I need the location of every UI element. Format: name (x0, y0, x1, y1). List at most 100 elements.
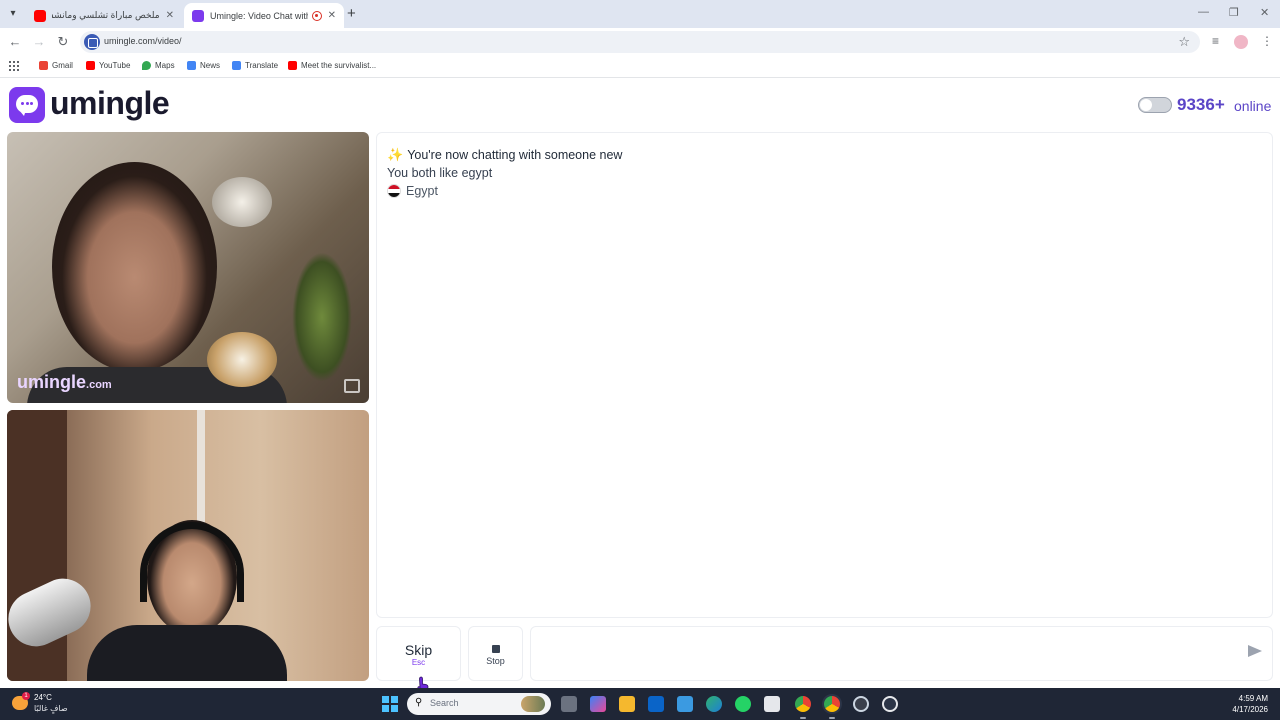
bookmark-gmail[interactable]: Gmail (39, 61, 73, 70)
send-arrow-icon[interactable] (1248, 645, 1262, 657)
chat-log: ✨ You're now chatting with someone new Yo… (376, 132, 1273, 618)
windows-taskbar: 1 24°C صافٍ غالبًا ⚲ Search 4:59 AM 4/17… (0, 688, 1280, 720)
news-icon (187, 61, 196, 70)
egypt-flag-icon (387, 184, 401, 198)
skip-label: Skip (404, 642, 433, 658)
plate (207, 332, 277, 387)
media-controls-icon[interactable]: ≡ (1212, 34, 1219, 48)
weather-badge: 1 (22, 692, 30, 700)
umingle-page: umingle 9336+ online umingle.com ✨ You're… (0, 79, 1280, 688)
translate-icon (232, 61, 241, 70)
stop-square-icon (491, 645, 500, 653)
bookmark-translate[interactable]: Translate (232, 61, 278, 70)
edge-icon[interactable] (706, 696, 722, 712)
country-label: Egypt (406, 184, 438, 198)
chat-bubble-icon (16, 95, 38, 116)
close-window-icon[interactable]: ✕ (1260, 6, 1269, 19)
whatsapp-icon[interactable] (735, 696, 751, 712)
bookmarks-bar: Gmail YouTube Maps News Translate Meet t… (0, 56, 1280, 78)
umingle-favicon-icon (192, 9, 204, 22)
maps-pin-icon[interactable] (882, 696, 898, 712)
skip-button[interactable]: Skip Esc (376, 626, 461, 681)
umingle-logo-icon[interactable] (9, 87, 45, 123)
brand-name[interactable]: umingle (50, 85, 170, 122)
bookmark-label: YouTube (99, 61, 131, 70)
bookmark-label: Maps (155, 61, 175, 70)
bookmark-label: Translate (245, 61, 279, 70)
theme-toggle[interactable] (1138, 97, 1172, 113)
obs-icon[interactable] (853, 696, 869, 712)
youtube-icon (86, 61, 95, 70)
store-icon[interactable] (764, 696, 780, 712)
site-info-icon[interactable] (84, 34, 100, 50)
bookmark-youtube[interactable]: YouTube (86, 61, 130, 70)
bookmark-label: News (200, 61, 221, 70)
gmail-icon (39, 61, 48, 70)
umingle-watermark: umingle.com (17, 372, 112, 392)
weather-description: صافٍ غالبًا (34, 704, 68, 713)
plants (292, 252, 352, 382)
tab-youtube-match[interactable]: ملخص مباراة تشلسي ومانشستر ... ✕ (26, 3, 182, 28)
copilot-icon[interactable] (590, 696, 606, 712)
chrome-icon[interactable] (795, 696, 811, 719)
bookmark-label: Meet the survivalist... (301, 61, 377, 70)
profile-avatar[interactable] (1234, 35, 1248, 49)
new-tab-plus-icon[interactable]: + (347, 5, 356, 22)
system-message-new-chat: ✨ You're now chatting with someone new (387, 147, 623, 162)
local-shirt (87, 625, 287, 681)
address-url: umingle.com/video/ (104, 36, 182, 46)
bookmark-survivalist[interactable]: Meet the survivalist... (288, 61, 376, 70)
tab-title: Umingle: Video Chat with St (210, 10, 308, 21)
shared-interest-message: You both like egypt (387, 166, 493, 180)
tab-umingle[interactable]: Umingle: Video Chat with St ✕ (184, 3, 344, 28)
remote-video: umingle.com (7, 132, 369, 403)
minimize-icon[interactable]: — (1198, 6, 1209, 18)
outlook-icon[interactable] (648, 696, 664, 712)
close-tab-icon[interactable]: ✕ (328, 10, 336, 21)
task-view-icon[interactable] (561, 696, 577, 712)
restore-icon[interactable]: ❐ (1229, 6, 1239, 19)
back-arrow-icon[interactable]: ← (7, 34, 23, 50)
youtube-icon (288, 61, 297, 70)
windows-start-icon[interactable] (382, 696, 398, 712)
tab-strip: ▾ ملخص مباراة تشلسي ومانشستر ... ✕ Uming… (0, 0, 1280, 28)
close-tab-icon[interactable]: ✕ (166, 10, 174, 21)
tab-search-chevron-icon[interactable]: ▾ (5, 6, 21, 22)
message-input[interactable] (530, 626, 1273, 681)
weather-temperature: 24°C (34, 693, 52, 702)
bookmark-news[interactable]: News (187, 61, 220, 70)
headphones (140, 522, 244, 602)
bookmark-label: Gmail (52, 61, 73, 70)
forward-arrow-icon[interactable]: → (31, 34, 47, 50)
search-placeholder: Search (430, 698, 459, 708)
search-highlight-image (521, 696, 545, 712)
maps-icon (142, 61, 151, 70)
local-video (7, 410, 369, 681)
clock-time[interactable]: 4:59 AM (1239, 694, 1268, 703)
youtube-favicon-icon (34, 9, 46, 22)
tab-title: ملخص مباراة تشلسي ومانشستر ... (52, 10, 160, 20)
stop-button[interactable]: Stop (468, 626, 523, 681)
menu-kebab-icon[interactable]: ⋮ (1261, 34, 1273, 48)
taskbar-search[interactable]: ⚲ Search (407, 693, 551, 715)
chrome-active-icon[interactable] (824, 696, 840, 719)
browser-toolbar: ← → ↻ umingle.com/video/ ☆ ≡ ⋮ (0, 28, 1280, 56)
report-flag-icon[interactable] (344, 379, 360, 393)
skip-shortcut: Esc (411, 658, 426, 667)
stop-label: Stop (486, 656, 505, 666)
search-icon: ⚲ (415, 697, 423, 708)
notepad-icon[interactable] (677, 696, 693, 712)
sparkle-icon: ✨ (387, 147, 404, 162)
country-message: Egypt (387, 184, 438, 198)
file-explorer-icon[interactable] (619, 696, 635, 712)
address-bar[interactable]: umingle.com/video/ ☆ (80, 31, 1200, 53)
online-label: online (1234, 98, 1272, 114)
bookmark-maps[interactable]: Maps (142, 61, 175, 70)
bookmark-star-icon[interactable]: ☆ (1178, 34, 1190, 50)
apps-grid-icon[interactable] (9, 61, 19, 71)
clock-date[interactable]: 4/17/2026 (1232, 705, 1268, 714)
recording-indicator-icon (311, 10, 322, 21)
reload-icon[interactable]: ↻ (55, 34, 71, 50)
remote-person (52, 162, 217, 372)
online-count: 9336+ (1177, 95, 1225, 114)
